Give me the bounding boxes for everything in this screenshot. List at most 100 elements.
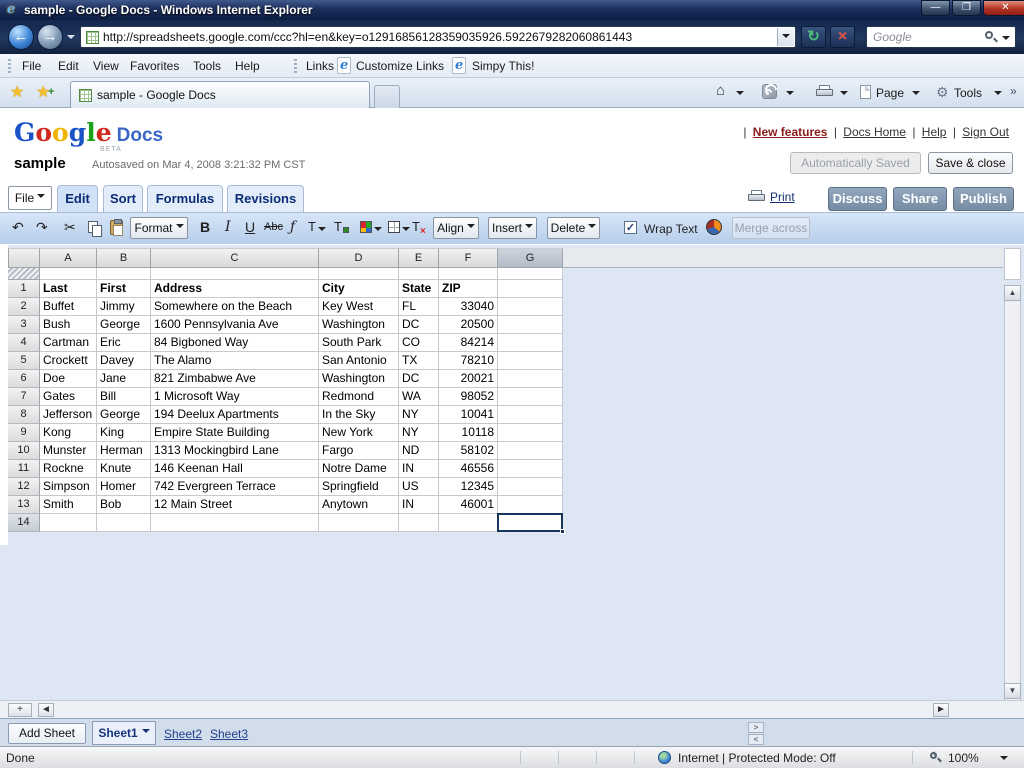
row-header-4[interactable]: 4 — [8, 334, 40, 352]
add-sheet-button[interactable]: Add Sheet — [8, 723, 86, 744]
home-dropdown-icon[interactable] — [736, 91, 744, 99]
tab-formulas[interactable]: Formulas — [147, 185, 223, 212]
cell-D5[interactable]: San Antonio — [319, 352, 399, 370]
refresh-button[interactable]: ↻ — [801, 26, 826, 48]
cell-G10[interactable] — [498, 442, 563, 460]
cell-B9[interactable]: King — [97, 424, 151, 442]
gear-icon[interactable]: ⚙ — [936, 84, 949, 101]
search-box[interactable]: Google — [866, 26, 1016, 48]
forward-button[interactable]: → — [37, 24, 63, 50]
cell-F13[interactable]: 46001 — [439, 496, 498, 514]
save-and-close-button[interactable]: Save & close — [928, 152, 1013, 174]
cell-A3[interactable]: Bush — [40, 316, 97, 334]
column-header-E[interactable]: E — [399, 248, 439, 268]
file-menu-button[interactable]: File — [8, 186, 52, 210]
column-header-G[interactable]: G — [498, 248, 563, 268]
format-dropdown[interactable]: Format — [130, 217, 188, 239]
minimize-button[interactable]: — — [921, 0, 950, 16]
close-button[interactable]: ✕ — [983, 0, 1024, 16]
sheet-tab-sheet3[interactable]: Sheet3 — [210, 727, 248, 741]
column-header-A[interactable]: A — [40, 248, 97, 268]
cell-D7[interactable]: Redmond — [319, 388, 399, 406]
page-menu[interactable]: Page — [876, 86, 904, 100]
cell-G9[interactable] — [498, 424, 563, 442]
row-header-9[interactable]: 9 — [8, 424, 40, 442]
scroll-left-button[interactable]: ◄ — [38, 703, 54, 717]
row-header-5[interactable]: 5 — [8, 352, 40, 370]
address-url[interactable]: http://spreadsheets.google.com/ccc?hl=en… — [103, 30, 763, 44]
clear-format-button[interactable]: T — [412, 219, 420, 234]
row-header-12[interactable]: 12 — [8, 478, 40, 496]
zoom-level[interactable]: 100% — [948, 751, 979, 765]
cell-E11[interactable]: IN — [399, 460, 439, 478]
cell-E6[interactable]: DC — [399, 370, 439, 388]
tab-edit[interactable]: Edit — [57, 185, 98, 212]
cell-A2[interactable]: Buffet — [40, 298, 97, 316]
cell-C10[interactable]: 1313 Mockingbird Lane — [151, 442, 319, 460]
borders-button[interactable] — [388, 221, 400, 233]
menu-favorites[interactable]: Favorites — [126, 58, 183, 74]
cell-G6[interactable] — [498, 370, 563, 388]
search-icon[interactable] — [985, 31, 993, 39]
help-link[interactable]: Help — [922, 125, 947, 139]
cell-D10[interactable]: Fargo — [319, 442, 399, 460]
italic-button[interactable]: I — [225, 219, 231, 235]
print-icon[interactable] — [816, 85, 833, 99]
share-button[interactable]: Share — [893, 187, 947, 211]
font-size-dropdown-icon[interactable] — [318, 227, 326, 235]
history-dropdown-icon[interactable] — [67, 35, 75, 43]
insert-dropdown[interactable]: Insert — [488, 217, 537, 239]
cell-E4[interactable]: CO — [399, 334, 439, 352]
cell-B10[interactable]: Herman — [97, 442, 151, 460]
sheet-scroll-right[interactable]: > — [748, 722, 764, 733]
docs-home-link[interactable]: Docs Home — [843, 125, 906, 139]
chevron-more-icon[interactable]: » — [1010, 84, 1017, 98]
cell-C2[interactable]: Somewhere on the Beach — [151, 298, 319, 316]
print-link[interactable]: Print — [770, 190, 795, 204]
menu-tools[interactable]: Tools — [189, 58, 225, 74]
cell-B5[interactable]: Davey — [97, 352, 151, 370]
cell-C3[interactable]: 1600 Pennsylvania Ave — [151, 316, 319, 334]
cell-F1[interactable]: ZIP — [439, 280, 498, 298]
cell-E12[interactable]: US — [399, 478, 439, 496]
cell-G13[interactable] — [498, 496, 563, 514]
cell-G3[interactable] — [498, 316, 563, 334]
undo-icon[interactable]: ↶ — [12, 219, 24, 236]
cell-C1[interactable]: Address — [151, 280, 319, 298]
row-header-6[interactable]: 6 — [8, 370, 40, 388]
cell-A12[interactable]: Simpson — [40, 478, 97, 496]
cell-B13[interactable]: Bob — [97, 496, 151, 514]
search-dropdown-icon[interactable] — [1002, 36, 1010, 44]
menu-edit[interactable]: Edit — [54, 58, 83, 74]
bold-button[interactable]: B — [200, 219, 210, 235]
cell-F7[interactable]: 98052 — [439, 388, 498, 406]
cell-F2[interactable]: 33040 — [439, 298, 498, 316]
sign-out-link[interactable]: Sign Out — [962, 125, 1009, 139]
strikethrough-button[interactable]: Abc — [264, 221, 283, 233]
cell-B6[interactable]: Jane — [97, 370, 151, 388]
cell-E14[interactable] — [399, 514, 439, 532]
cut-icon[interactable]: ✂ — [64, 219, 76, 236]
page-icon[interactable] — [860, 85, 871, 99]
cell-B7[interactable]: Bill — [97, 388, 151, 406]
address-bar[interactable]: http://spreadsheets.google.com/ccc?hl=en… — [80, 26, 796, 48]
cell-E5[interactable]: TX — [399, 352, 439, 370]
cell-A9[interactable]: Kong — [40, 424, 97, 442]
search-input[interactable]: Google — [873, 30, 912, 44]
row-header-11[interactable]: 11 — [8, 460, 40, 478]
browser-tab[interactable]: sample - Google Docs — [70, 81, 370, 108]
restore-button[interactable]: ❐ — [952, 0, 981, 16]
cell-C6[interactable]: 821 Zimbabwe Ave — [151, 370, 319, 388]
cell-G11[interactable] — [498, 460, 563, 478]
cell-G7[interactable] — [498, 388, 563, 406]
cell-A8[interactable]: Jefferson — [40, 406, 97, 424]
cell-D4[interactable]: South Park — [319, 334, 399, 352]
row-header-13[interactable]: 13 — [8, 496, 40, 514]
borders-dropdown-icon[interactable] — [402, 227, 410, 235]
scroll-down-button[interactable]: ▼ — [1004, 683, 1021, 699]
cell-D6[interactable]: Washington — [319, 370, 399, 388]
fill-color-dropdown-icon[interactable] — [374, 227, 382, 235]
font-size-button[interactable]: T — [308, 219, 316, 234]
feeds-dropdown-icon[interactable] — [786, 91, 794, 99]
cell-E3[interactable]: DC — [399, 316, 439, 334]
